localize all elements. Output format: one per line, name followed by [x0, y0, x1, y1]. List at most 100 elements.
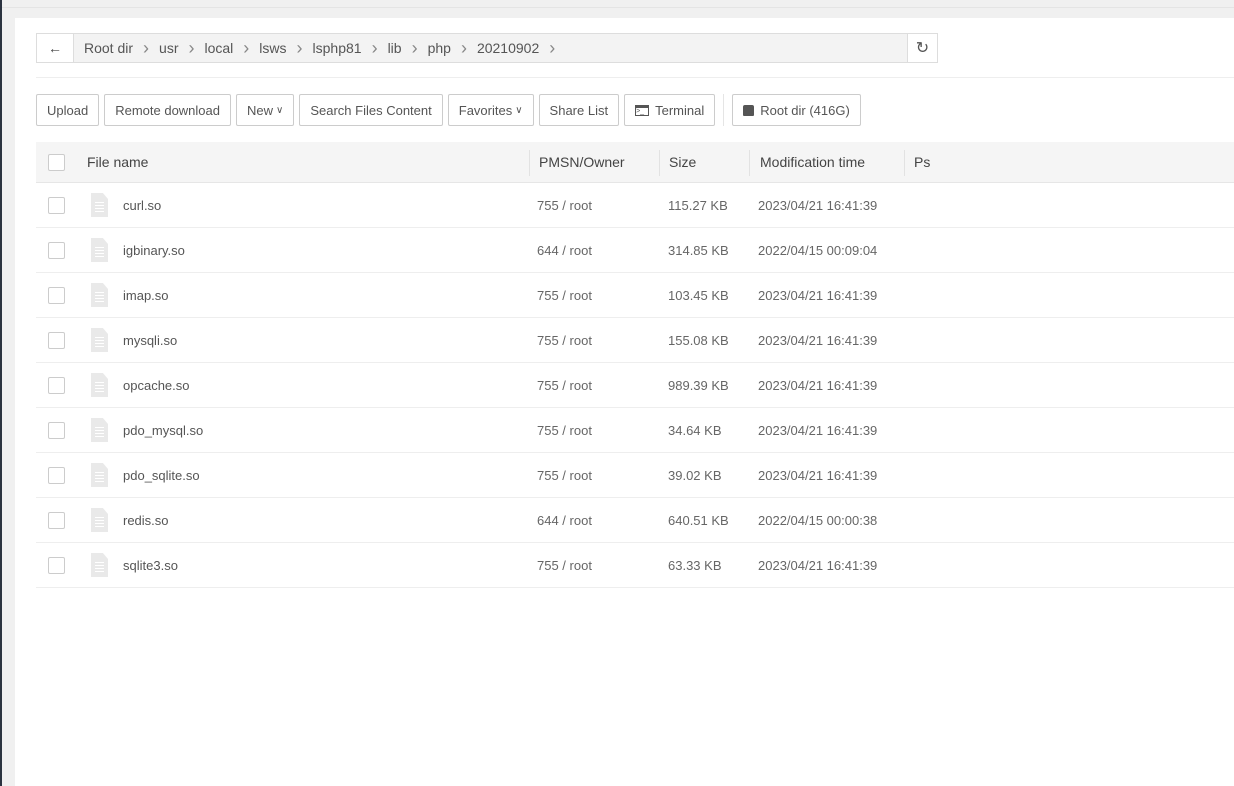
- chevron-right-icon: ›: [371, 37, 378, 58]
- share-list-button[interactable]: Share List: [538, 94, 620, 126]
- file-pmsn[interactable]: 755 / root: [537, 453, 592, 497]
- table-row[interactable]: curl.so 755 / root 115.27 KB 2023/04/21 …: [36, 183, 1234, 228]
- row-checkbox[interactable]: [48, 331, 65, 349]
- file-name[interactable]: pdo_mysql.so: [123, 408, 203, 452]
- file-pmsn[interactable]: 755 / root: [537, 318, 592, 362]
- column-size[interactable]: Size: [669, 142, 696, 182]
- chevron-right-icon: ›: [143, 37, 150, 58]
- table-row[interactable]: pdo_sqlite.so 755 / root 39.02 KB 2023/0…: [36, 453, 1234, 498]
- upload-button[interactable]: Upload: [36, 94, 100, 126]
- root-dir-button[interactable]: Root dir (416G): [732, 94, 861, 126]
- column-pmsn[interactable]: PMSN/Owner: [539, 142, 625, 182]
- file-pmsn[interactable]: 644 / root: [537, 228, 592, 272]
- row-checkbox[interactable]: [48, 241, 65, 259]
- table-row[interactable]: imap.so 755 / root 103.45 KB 2023/04/21 …: [36, 273, 1234, 318]
- terminal-button[interactable]: >_ Terminal: [624, 94, 716, 126]
- chevron-down-icon: ∨: [276, 104, 284, 116]
- file-name[interactable]: sqlite3.so: [123, 543, 178, 587]
- table-row[interactable]: opcache.so 755 / root 989.39 KB 2023/04/…: [36, 363, 1234, 408]
- file-size: 39.02 KB: [668, 467, 722, 483]
- file-name[interactable]: redis.so: [123, 498, 169, 542]
- breadcrumb-item[interactable]: usr: [155, 40, 182, 56]
- file-name[interactable]: imap.so: [123, 273, 169, 317]
- chevron-right-icon: ›: [549, 37, 556, 58]
- select-all-checkbox[interactable]: [48, 153, 65, 171]
- row-checkbox[interactable]: [48, 196, 65, 214]
- table-row[interactable]: pdo_mysql.so 755 / root 34.64 KB 2023/04…: [36, 408, 1234, 453]
- row-checkbox[interactable]: [48, 511, 65, 529]
- table-header: File name PMSN/Owner Size Modification t…: [36, 142, 1234, 183]
- refresh-icon: ↻: [915, 40, 930, 57]
- terminal-icon: >_: [635, 104, 650, 116]
- table-row[interactable]: redis.so 644 / root 640.51 KB 2022/04/15…: [36, 498, 1234, 543]
- file-name[interactable]: igbinary.so: [123, 228, 185, 272]
- file-pmsn[interactable]: 755 / root: [537, 183, 592, 227]
- file-name[interactable]: pdo_sqlite.so: [123, 453, 200, 497]
- file-icon: [91, 373, 108, 397]
- breadcrumb-item[interactable]: lsphp81: [309, 40, 366, 56]
- file-mtime: 2022/04/15 00:00:38: [758, 512, 878, 528]
- file-mtime: 2023/04/21 16:41:39: [758, 377, 878, 393]
- row-checkbox[interactable]: [48, 556, 65, 574]
- breadcrumb-item[interactable]: Root dir: [80, 40, 137, 56]
- file-pmsn[interactable]: 644 / root: [537, 498, 592, 542]
- file-size: 640.51 KB: [668, 512, 729, 528]
- file-mtime: 2023/04/21 16:41:39: [758, 197, 878, 213]
- column-divider: [529, 150, 530, 176]
- row-checkbox[interactable]: [48, 286, 65, 304]
- file-size: 115.27 KB: [668, 197, 728, 213]
- chevron-right-icon: ›: [243, 37, 250, 58]
- file-icon: [91, 553, 108, 577]
- search-files-content-button[interactable]: Search Files Content: [299, 94, 443, 126]
- column-ps[interactable]: Ps: [914, 142, 930, 182]
- row-checkbox[interactable]: [48, 376, 65, 394]
- file-mtime: 2023/04/21 16:41:39: [758, 467, 878, 483]
- file-name[interactable]: opcache.so: [123, 363, 190, 407]
- file-pmsn[interactable]: 755 / root: [537, 543, 592, 587]
- breadcrumb-item[interactable]: lsws: [255, 40, 290, 56]
- favorites-button[interactable]: Favorites ∨: [447, 94, 534, 126]
- table-row[interactable]: mysqli.so 755 / root 155.08 KB 2023/04/2…: [36, 318, 1234, 363]
- refresh-button[interactable]: ↻: [907, 34, 937, 62]
- terminal-label: Terminal: [655, 102, 705, 118]
- divider: [36, 77, 1234, 78]
- file-name[interactable]: curl.so: [123, 183, 161, 227]
- table-row[interactable]: sqlite3.so 755 / root 63.33 KB 2023/04/2…: [36, 543, 1234, 588]
- file-icon: [91, 418, 108, 442]
- breadcrumb-item[interactable]: php: [424, 40, 455, 56]
- row-checkbox[interactable]: [48, 466, 65, 484]
- file-mtime: 2023/04/21 16:41:39: [758, 332, 878, 348]
- remote-download-button[interactable]: Remote download: [104, 94, 231, 126]
- file-pmsn[interactable]: 755 / root: [537, 273, 592, 317]
- row-checkbox[interactable]: [48, 421, 65, 439]
- chevron-down-icon: ∨: [515, 104, 523, 116]
- file-icon: [91, 328, 108, 352]
- breadcrumb-item[interactable]: local: [200, 40, 237, 56]
- chevron-right-icon: ›: [188, 37, 195, 58]
- column-modification-time[interactable]: Modification time: [760, 142, 865, 182]
- column-file-name[interactable]: File name: [87, 142, 148, 182]
- file-manager-panel: ← Root dir › usr › local › lsws › lsphp81 › lib › ph…: [15, 18, 1234, 786]
- file-icon: [91, 463, 108, 487]
- breadcrumb: Root dir › usr › local › lsws › lsphp81 › lib › php ›…: [74, 34, 907, 62]
- column-divider: [904, 150, 905, 176]
- file-pmsn[interactable]: 755 / root: [537, 363, 592, 407]
- chevron-right-icon: ›: [296, 37, 303, 58]
- column-divider: [749, 150, 750, 176]
- breadcrumb-item[interactable]: lib: [384, 40, 406, 56]
- breadcrumb-item[interactable]: 20210902: [473, 40, 543, 56]
- file-size: 34.64 KB: [668, 422, 722, 438]
- toolbar: Upload Remote download New ∨ Search Files…: [36, 94, 866, 126]
- file-size: 63.33 KB: [668, 557, 722, 573]
- file-mtime: 2023/04/21 16:41:39: [758, 287, 878, 303]
- file-pmsn[interactable]: 755 / root: [537, 408, 592, 452]
- table-row[interactable]: igbinary.so 644 / root 314.85 KB 2022/04…: [36, 228, 1234, 273]
- file-mtime: 2023/04/21 16:41:39: [758, 557, 878, 573]
- file-icon: [91, 508, 108, 532]
- arrow-left-icon: ←: [48, 40, 62, 56]
- back-button[interactable]: ←: [37, 34, 74, 62]
- file-name[interactable]: mysqli.so: [123, 318, 177, 362]
- new-label: New: [247, 102, 274, 118]
- file-size: 103.45 KB: [668, 287, 729, 303]
- new-button[interactable]: New ∨: [236, 94, 295, 126]
